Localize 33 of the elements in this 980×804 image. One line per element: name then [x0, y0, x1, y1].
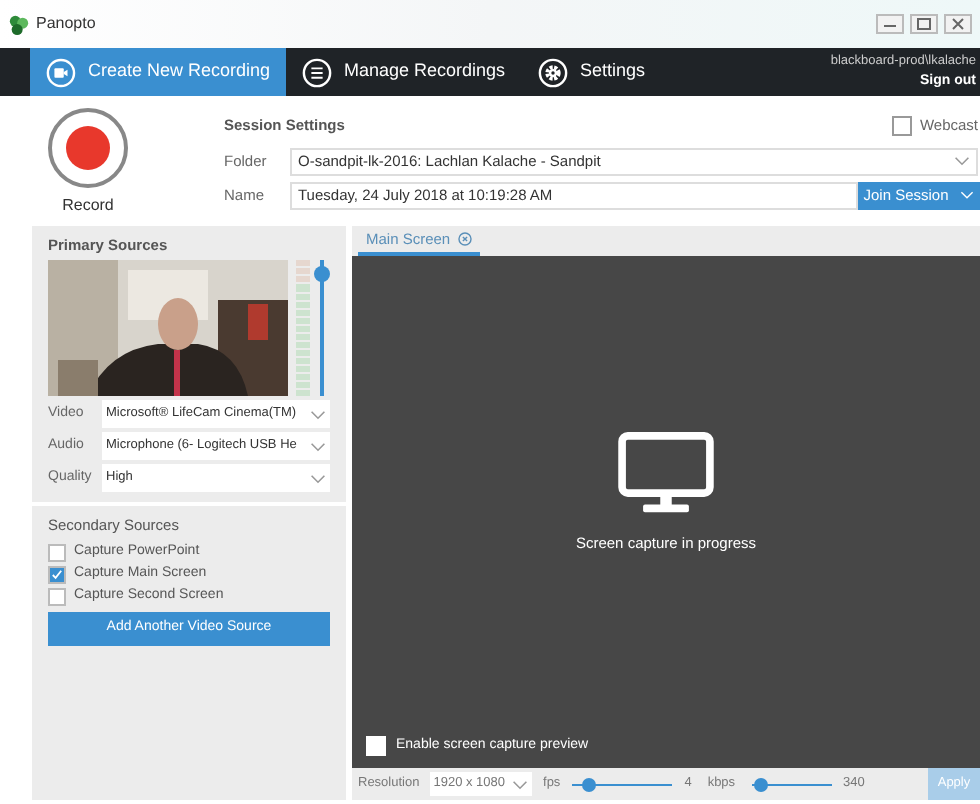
nav-tab[interactable]: Settings: [522, 48, 682, 96]
camera-icon: [46, 57, 76, 87]
record-label: Record: [62, 194, 114, 218]
close-icon[interactable]: [944, 14, 972, 34]
chevron-icon: [511, 779, 528, 789]
checkbox[interactable]: [48, 543, 66, 561]
volume-slider-thumb[interactable]: [314, 266, 330, 283]
checkbox[interactable]: [366, 735, 386, 756]
chevron-icon: [310, 441, 326, 452]
window-title: Panopto: [36, 12, 96, 36]
checkbox[interactable]: [48, 565, 66, 583]
level-meter: [296, 260, 310, 397]
record-button[interactable]: [48, 108, 128, 188]
gear-icon: [538, 57, 568, 87]
close-icon: [458, 232, 473, 246]
chevron-icon: [954, 156, 970, 166]
chevron-icon: [310, 409, 326, 420]
monitor-icon: [618, 432, 714, 516]
slider-thumb[interactable]: [753, 777, 768, 791]
slider-track[interactable]: [751, 777, 832, 791]
checkbox[interactable]: [48, 587, 66, 605]
app-logo-icon: [8, 13, 30, 35]
list-icon: [302, 57, 332, 87]
maximize-icon[interactable]: [910, 14, 938, 34]
chevron-icon: [310, 473, 326, 484]
nav-tab[interactable]: Manage Recordings: [286, 48, 522, 96]
minimize-icon[interactable]: [876, 14, 904, 34]
checkmark-icon: [50, 567, 64, 581]
record-dot-icon: [66, 126, 110, 170]
slider-thumb[interactable]: [581, 777, 596, 791]
chevron-icon: [960, 190, 975, 200]
webcast-checkbox[interactable]: [891, 116, 912, 136]
slider-track[interactable]: [572, 777, 673, 791]
